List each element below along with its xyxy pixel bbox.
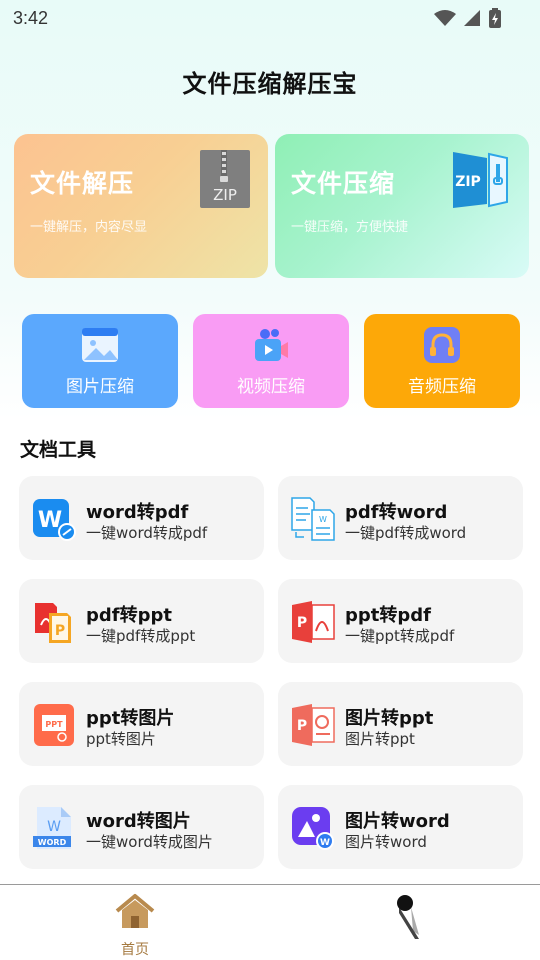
audio-compress-label: 音频压缩	[408, 377, 476, 397]
image-compress-button[interactable]: 图片压缩	[22, 314, 178, 408]
zip-card[interactable]: 文件压缩 一键压缩，方便快捷 ZIP	[275, 134, 529, 278]
pdf-to-ppt-icon: P	[35, 603, 71, 643]
headphones-icon	[424, 327, 460, 363]
image-to-ppt-card[interactable]: P 图片转ppt 图片转ppt	[278, 682, 523, 766]
tool-subtitle: 图片转word	[345, 833, 427, 851]
tool-title: word转pdf	[86, 502, 189, 523]
unzip-card-subtitle: 一键解压，内容尽显	[30, 220, 148, 235]
ppt-to-image-card[interactable]: PPT ppt转图片 ppt转图片	[19, 682, 264, 766]
ppt-to-pdf-icon: P	[292, 601, 335, 643]
zip-card-title: 文件压缩	[291, 169, 396, 198]
home-icon	[115, 894, 155, 928]
battery-icon	[489, 8, 501, 28]
tool-subtitle: 一键ppt转成pdf	[345, 627, 455, 645]
svg-text:W: W	[319, 515, 327, 524]
bottom-nav: 首页	[0, 884, 540, 960]
image-to-word-card[interactable]: W 图片转word 图片转word	[278, 785, 523, 869]
tool-title: pdf转word	[345, 502, 448, 523]
word-file-icon: W WORD	[33, 807, 71, 849]
status-time: 3:42	[13, 8, 49, 28]
nav-home[interactable]: 首页	[105, 893, 165, 958]
doc-tools-heading: 文档工具	[20, 439, 97, 461]
tool-title: pdf转ppt	[86, 605, 172, 626]
tool-subtitle: 一键word转成pdf	[86, 524, 208, 542]
svg-text:W: W	[47, 819, 61, 835]
page-title: 文件压缩解压宝	[182, 70, 358, 98]
word-to-image-card[interactable]: W WORD word转图片 一键word转成图片	[19, 785, 264, 869]
svg-text:P: P	[297, 718, 307, 734]
status-icons	[434, 8, 502, 28]
svg-text:P: P	[297, 615, 307, 631]
pdf-to-word-card[interactable]: W pdf转word 一键pdf转成word	[278, 476, 523, 560]
image-to-word-icon: W	[292, 807, 334, 850]
image-icon	[82, 328, 118, 362]
nav-home-label: 首页	[121, 942, 149, 958]
image-compress-label: 图片压缩	[66, 377, 134, 397]
user-icon	[397, 895, 419, 939]
tool-subtitle: 一键pdf转成ppt	[86, 627, 196, 645]
tool-subtitle: ppt转图片	[86, 730, 156, 748]
tool-subtitle: 一键pdf转成word	[345, 524, 467, 542]
zip-badge-text: ZIP	[213, 186, 237, 204]
pdf-to-ppt-card[interactable]: P pdf转ppt 一键pdf转成ppt	[19, 579, 264, 663]
signal-icon	[464, 10, 480, 26]
wifi-icon	[434, 10, 456, 26]
unzip-card[interactable]: 文件解压 一键解压，内容尽显 ZIP	[14, 134, 268, 278]
unzip-card-title: 文件解压	[30, 169, 135, 198]
ppt-to-pdf-card[interactable]: P ppt转pdf 一键ppt转成pdf	[278, 579, 523, 663]
status-bar: 3:42	[0, 0, 540, 36]
video-compress-button[interactable]: 视频压缩	[193, 314, 349, 408]
svg-text:P: P	[55, 623, 65, 639]
tool-title: 图片转ppt	[345, 708, 434, 729]
svg-text:W: W	[320, 838, 330, 848]
nav-user[interactable]	[385, 891, 435, 941]
word-to-pdf-icon: W	[33, 499, 76, 541]
ppt-file-icon: PPT	[34, 704, 74, 746]
tool-title: 图片转word	[345, 811, 450, 832]
tool-title: ppt转图片	[86, 708, 175, 729]
svg-text:PPT: PPT	[45, 720, 63, 729]
zip-folder-badge-text: ZIP	[455, 174, 481, 190]
video-compress-label: 视频压缩	[237, 377, 305, 397]
powerpoint-icon: P	[292, 704, 335, 746]
audio-compress-button[interactable]: 音频压缩	[364, 314, 520, 408]
svg-text:WORD: WORD	[38, 838, 67, 847]
zip-file-icon: ZIP	[200, 150, 250, 208]
pdf-to-word-icon: W	[291, 497, 335, 541]
tool-title: word转图片	[86, 811, 191, 832]
tool-title: ppt转pdf	[345, 605, 431, 626]
zip-card-subtitle: 一键压缩，方便快捷	[291, 220, 409, 235]
zip-folder-icon: ZIP	[453, 152, 508, 208]
tool-subtitle: 一键word转成图片	[86, 833, 213, 851]
video-camera-icon	[255, 329, 288, 361]
tool-subtitle: 图片转ppt	[345, 730, 415, 748]
word-to-pdf-card[interactable]: W word转pdf 一键word转成pdf	[19, 476, 264, 560]
